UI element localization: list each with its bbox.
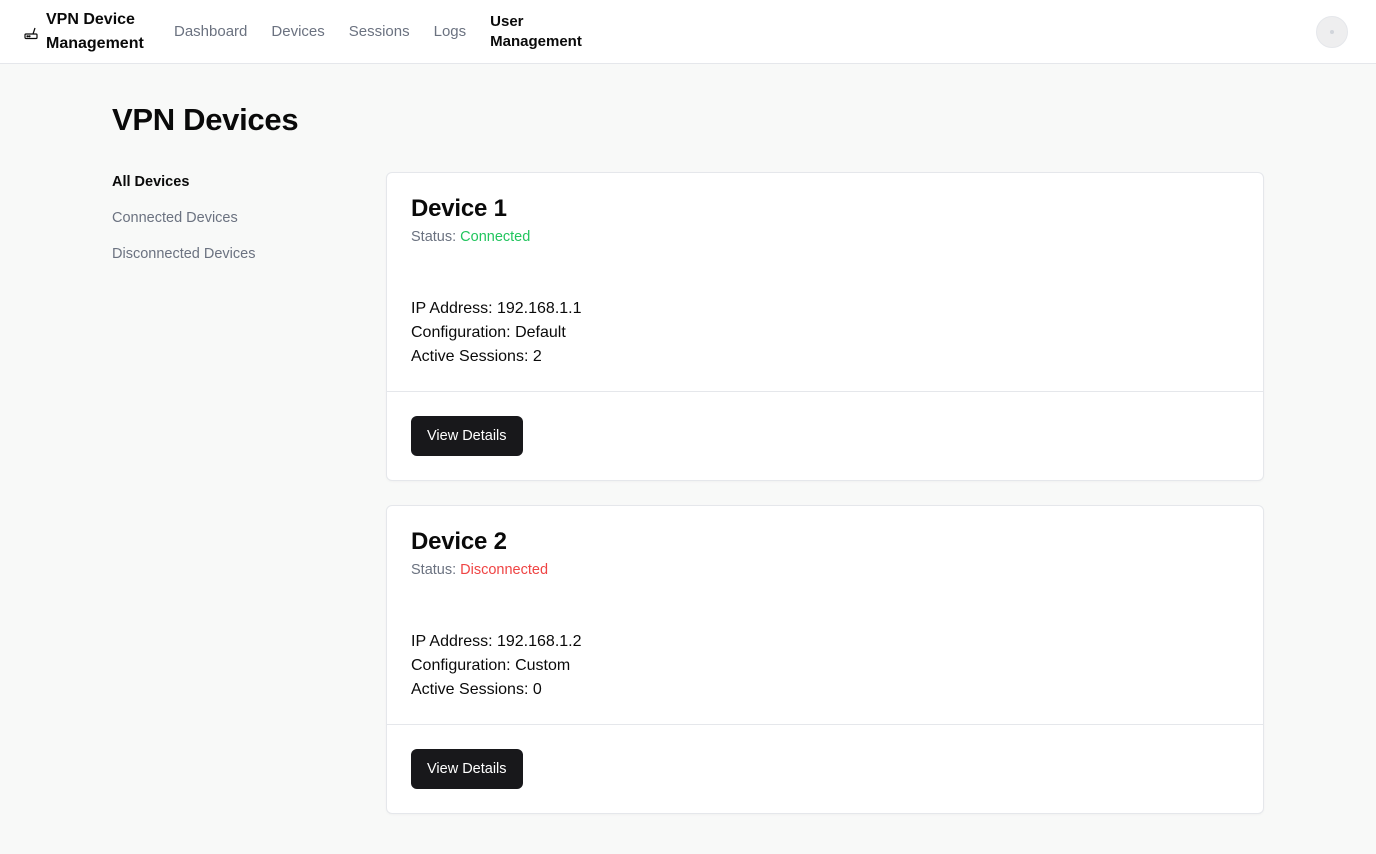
nav-dashboard[interactable]: Dashboard	[174, 22, 247, 42]
device-info: IP Address: 192.168.1.1 Configuration: D…	[411, 297, 582, 369]
device-status: Status: Disconnected	[411, 562, 548, 578]
device-name: Device 1	[411, 195, 507, 222]
view-details-button[interactable]: View Details	[411, 749, 523, 789]
device-card: Device 1 Status: Connected IP Address: 1…	[386, 172, 1264, 481]
router-icon	[24, 27, 38, 40]
page-title: VPN Devices	[112, 102, 299, 137]
status-value: Disconnected	[460, 562, 549, 578]
card-divider	[387, 391, 1263, 392]
avatar-placeholder-icon	[1330, 30, 1334, 34]
device-info: IP Address: 192.168.1.2 Configuration: C…	[411, 630, 582, 702]
status-label: Status:	[411, 229, 457, 245]
nav-logs[interactable]: Logs	[434, 22, 467, 42]
device-configuration: Configuration: Custom	[411, 657, 571, 674]
nav-devices[interactable]: Devices	[271, 22, 324, 42]
sidebar-item-connected-devices[interactable]: Connected Devices	[112, 208, 255, 244]
brand[interactable]: VPN Device Management	[24, 8, 154, 56]
device-filter-sidebar: All Devices Connected Devices Disconnect…	[112, 172, 255, 280]
nav-user-management[interactable]: User Management	[490, 12, 584, 52]
top-navbar: VPN Device Management Dashboard Devices …	[0, 0, 1376, 64]
device-status: Status: Connected	[411, 229, 530, 245]
sidebar-item-disconnected-devices[interactable]: Disconnected Devices	[112, 244, 255, 280]
sidebar-item-all-devices[interactable]: All Devices	[112, 172, 255, 208]
brand-title: VPN Device Management	[46, 11, 144, 52]
device-name: Device 2	[411, 528, 507, 555]
status-label: Status:	[411, 562, 457, 578]
view-details-button[interactable]: View Details	[411, 416, 523, 456]
device-ip: IP Address: 192.168.1.1	[411, 300, 582, 317]
device-configuration: Configuration: Default	[411, 324, 566, 341]
status-value: Connected	[460, 229, 531, 245]
device-active-sessions: Active Sessions: 0	[411, 681, 542, 698]
device-active-sessions: Active Sessions: 2	[411, 348, 542, 365]
nav-sessions[interactable]: Sessions	[349, 22, 410, 42]
device-list: Device 1 Status: Connected IP Address: 1…	[386, 172, 1264, 838]
device-ip: IP Address: 192.168.1.2	[411, 633, 582, 650]
card-divider	[387, 724, 1263, 725]
user-avatar[interactable]	[1316, 16, 1348, 48]
device-card: Device 2 Status: Disconnected IP Address…	[386, 505, 1264, 814]
main-nav: Dashboard Devices Sessions Logs User Man…	[174, 0, 608, 64]
